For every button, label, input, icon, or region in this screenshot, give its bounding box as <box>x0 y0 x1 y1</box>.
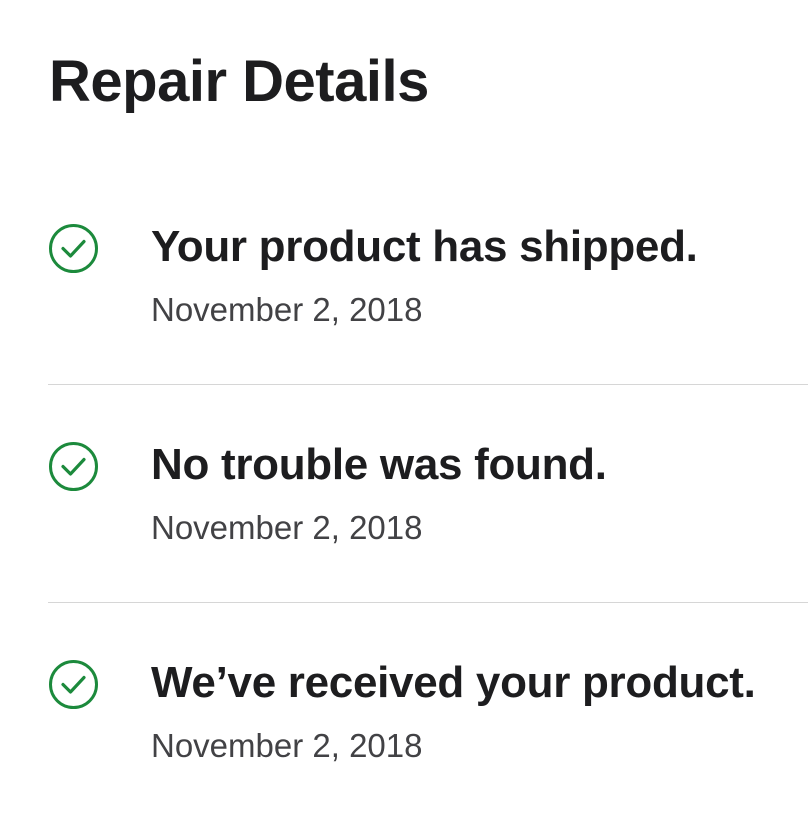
status-item-received: We’ve received your product. November 2,… <box>48 603 808 821</box>
status-date: November 2, 2018 <box>151 509 423 546</box>
check-circle-icon <box>48 441 99 492</box>
status-title: No trouble was found. <box>151 440 607 489</box>
status-date: November 2, 2018 <box>151 727 423 764</box>
status-date: November 2, 2018 <box>151 291 423 328</box>
status-title: Your product has shipped. <box>151 222 698 271</box>
check-circle-icon <box>48 659 99 710</box>
check-circle-icon <box>48 223 99 274</box>
status-title: We’ve received your product. <box>151 658 756 707</box>
page-title: Repair Details <box>49 49 429 114</box>
repair-status-timeline: Your product has shipped. November 2, 20… <box>48 167 808 821</box>
status-item-shipped: Your product has shipped. November 2, 20… <box>48 167 808 385</box>
status-item-no-trouble: No trouble was found. November 2, 2018 <box>48 385 808 603</box>
